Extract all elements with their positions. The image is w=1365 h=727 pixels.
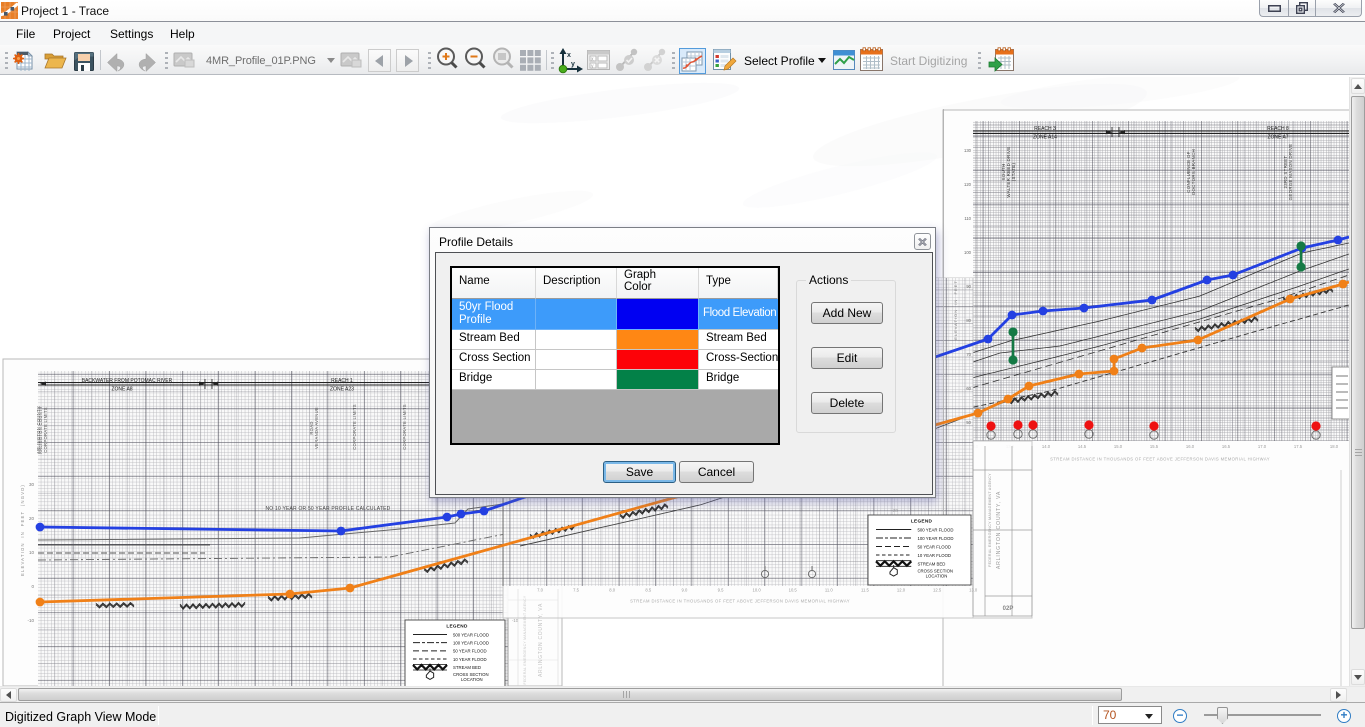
svg-text:10.5: 10.5 <box>789 588 798 593</box>
svg-text:ARLINGTON COUNTY, VA: ARLINGTON COUNTY, VA <box>538 603 544 677</box>
svg-text:80: 80 <box>966 318 971 323</box>
svg-text:18.0: 18.0 <box>1330 444 1339 449</box>
svg-text:70: 70 <box>966 352 971 357</box>
svg-text:STREAM BED: STREAM BED <box>917 561 945 566</box>
svg-text:8.0: 8.0 <box>609 588 615 593</box>
svg-text:15.0: 15.0 <box>1114 444 1123 449</box>
svg-text:DOCTORS BRANCH: DOCTORS BRANCH <box>1191 149 1196 195</box>
svg-text:500 YEAR FLOOD: 500 YEAR FLOOD <box>453 632 489 637</box>
svg-text:13.0: 13.0 <box>969 588 978 593</box>
svg-text:8.5: 8.5 <box>645 588 651 593</box>
svg-text:ZONE A14: ZONE A14 <box>1033 135 1057 141</box>
svg-text:ELEVATION IN FEET: ELEVATION IN FEET <box>953 280 958 340</box>
svg-text:02P: 02P <box>1003 606 1014 612</box>
svg-text:17.5: 17.5 <box>1294 444 1303 449</box>
svg-text:120: 120 <box>964 182 972 187</box>
svg-text:100: 100 <box>964 250 972 255</box>
svg-text:130: 130 <box>964 148 972 153</box>
svg-text:y: y <box>571 61 575 68</box>
svg-text:100 YEAR FLOOD: 100 YEAR FLOOD <box>917 536 953 541</box>
svg-text:VERANDA AVENUE: VERANDA AVENUE <box>314 407 319 449</box>
svg-text:60: 60 <box>966 386 971 391</box>
svg-text:-10: -10 <box>27 618 34 623</box>
svg-text:(STATE): (STATE) <box>1011 163 1016 182</box>
svg-text:11.5: 11.5 <box>861 588 870 593</box>
svg-text:30: 30 <box>29 482 35 487</box>
svg-text:ZONE A7: ZONE A7 <box>1267 135 1288 141</box>
svg-text:LOCATION: LOCATION <box>926 574 948 579</box>
svg-text:FEDERAL EMERGENCY MANAGEMENT A: FEDERAL EMERGENCY MANAGEMENT AGENCY <box>988 473 992 567</box>
svg-text:STREAM BED: STREAM BED <box>453 665 481 670</box>
svg-text:REACH 3: REACH 3 <box>1034 126 1056 132</box>
svg-text:90: 90 <box>966 284 971 289</box>
svg-text:14.5: 14.5 <box>1078 444 1087 449</box>
svg-text:10: 10 <box>29 550 35 555</box>
svg-text:CORPORATE LIMITS: CORPORATE LIMITS <box>352 404 357 450</box>
svg-text:20: 20 <box>893 508 898 513</box>
svg-text:FEDERAL EMERGENCY MANAGEMENT A: FEDERAL EMERGENCY MANAGEMENT AGENCY <box>523 595 527 684</box>
svg-text:STREAM DISTANCE IN THOUSANDS O: STREAM DISTANCE IN THOUSANDS OF FEET ABO… <box>1050 457 1270 462</box>
svg-text:REACH 1: REACH 1 <box>331 378 353 384</box>
svg-text:16.0: 16.0 <box>1186 444 1195 449</box>
svg-text:15.5: 15.5 <box>1150 444 1159 449</box>
svg-text:ZONE A23: ZONE A23 <box>330 387 354 393</box>
svg-text:LOCATION: LOCATION <box>461 677 483 682</box>
svg-text:9.0: 9.0 <box>681 588 687 593</box>
svg-text:50 YEAR FLOOD: 50 YEAR FLOOD <box>917 544 951 549</box>
svg-text:x: x <box>567 52 571 59</box>
svg-text:LEGEND: LEGEND <box>911 519 933 524</box>
svg-text:12.5: 12.5 <box>933 588 942 593</box>
svg-text:100 YEAR FLOOD: 100 YEAR FLOOD <box>453 640 489 645</box>
svg-text:14.0: 14.0 <box>1042 444 1051 449</box>
svg-text:REACH 8: REACH 8 <box>1267 126 1289 132</box>
svg-text:16.5: 16.5 <box>1222 444 1231 449</box>
svg-text:CORPORATE LIMITS: CORPORATE LIMITS <box>43 407 48 453</box>
svg-text:STREAM DISTANCE IN THOUSANDS O: STREAM DISTANCE IN THOUSANDS OF FEET ABO… <box>630 599 850 604</box>
svg-text:10 YEAR FLOOD: 10 YEAR FLOOD <box>453 657 487 662</box>
svg-text:9.5: 9.5 <box>718 588 724 593</box>
svg-text:ELEVATION IN FEET (NGVD): ELEVATION IN FEET (NGVD) <box>20 484 25 576</box>
svg-text:LEGEND: LEGEND <box>446 624 468 629</box>
svg-text:NO 10 YEAR OR 50 YEAR PROFILE: NO 10 YEAR OR 50 YEAR PROFILE CALCULATED <box>266 506 391 512</box>
svg-text:10 YEAR FLOOD: 10 YEAR FLOOD <box>917 553 951 558</box>
svg-text:17.0: 17.0 <box>1258 444 1267 449</box>
svg-text:ARLINGTON COUNTY, VA: ARLINGTON COUNTY, VA <box>996 491 1002 569</box>
svg-text:11.0: 11.0 <box>825 588 834 593</box>
svg-text:110: 110 <box>964 216 971 221</box>
svg-text:20: 20 <box>29 516 35 521</box>
svg-text:ZONE A8: ZONE A8 <box>111 387 132 393</box>
svg-text:50: 50 <box>966 420 971 425</box>
svg-text:BACKWATER FROM POTOMAC RIVER: BACKWATER FROM POTOMAC RIVER <box>82 378 173 384</box>
svg-text:GEORGE MASON DRIVE: GEORGE MASON DRIVE <box>1288 144 1293 201</box>
svg-text:500 YEAR FLOOD: 500 YEAR FLOOD <box>917 527 953 532</box>
svg-text:50 YEAR FLOOD: 50 YEAR FLOOD <box>453 649 487 654</box>
svg-text:7.0: 7.0 <box>537 588 543 593</box>
svg-text:CORPORATE LIMITS: CORPORATE LIMITS <box>402 404 407 450</box>
svg-text:10.0: 10.0 <box>753 588 762 593</box>
svg-text:7.5: 7.5 <box>573 588 579 593</box>
svg-text:12.0: 12.0 <box>897 588 906 593</box>
